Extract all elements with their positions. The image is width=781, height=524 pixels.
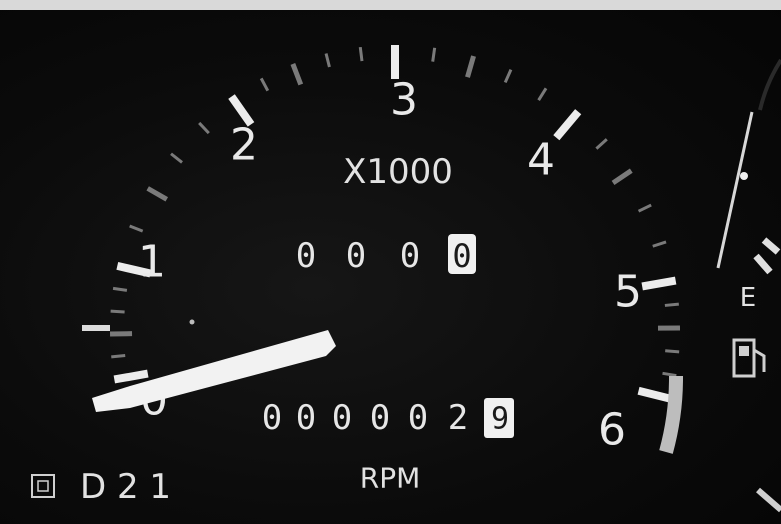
trip-digit: 0: [452, 237, 471, 275]
trip-digit: 0: [346, 236, 366, 276]
gear-indicator: D 2 1: [31, 467, 171, 507]
fuel-pump-window: [739, 346, 749, 356]
major-ticks: [82, 45, 677, 403]
fuel-needle: [716, 111, 754, 269]
minor-tick: [465, 55, 476, 78]
minor-tick: [595, 138, 608, 150]
minor-tick: [662, 371, 677, 378]
minor-tick: [358, 46, 364, 62]
odometer-digit: 0: [370, 398, 390, 438]
fuel-empty-label: E: [740, 283, 756, 313]
scale-number-5: 5: [614, 267, 642, 318]
instrument-cluster: 0 1 2 3 4 5 6 X1000 0 0 0 0 0 0 0 0 0 2 …: [0, 0, 781, 524]
minor-tick: [110, 309, 125, 314]
scale-number-3: 3: [390, 75, 418, 126]
major-tick: [637, 386, 673, 403]
gear-indicator-text: D 2 1: [80, 467, 171, 507]
minor-tick: [664, 302, 679, 307]
fuel-needle-pivot: [740, 172, 748, 180]
scale-number-4: 4: [527, 135, 555, 186]
fuel-gauge-arc: [758, 58, 781, 111]
multiplier-label: X1000: [343, 152, 453, 192]
fuel-tick: [761, 237, 781, 255]
minor-tick: [170, 152, 183, 164]
major-tick: [553, 109, 582, 141]
fuel-pump-icon: [732, 338, 766, 378]
minor-tick: [146, 186, 169, 202]
trip-digit: 0: [400, 236, 420, 276]
minor-tick: [129, 224, 144, 233]
minor-tick: [198, 121, 210, 135]
odometer-digit: 2: [448, 398, 468, 438]
fuel-pump-body: [732, 338, 756, 378]
trip-digit: 0: [296, 236, 316, 276]
minor-tick: [111, 354, 126, 359]
odometer-digit: 0: [262, 398, 282, 438]
scale-number-1: 1: [138, 237, 166, 288]
minor-tick: [611, 168, 633, 186]
odometer-digit: 0: [332, 398, 352, 438]
fuel-gauge: E: [716, 58, 781, 513]
tachometer-dial: 0 1 2 3 4 5 6 X1000 0 0 0 0 0 0 0 0 0 2 …: [31, 45, 781, 513]
minor-tick: [112, 286, 128, 292]
odometer-digit: 0: [296, 398, 316, 438]
dial-dot: [189, 319, 195, 325]
trip-odometer: 0 0 0 0: [296, 234, 476, 276]
rpm-label: RPM: [360, 462, 421, 495]
minor-tick: [503, 69, 513, 84]
minor-tick: [652, 240, 667, 248]
scale-number-2: 2: [230, 120, 258, 171]
major-tick: [641, 276, 677, 291]
minor-tick: [665, 349, 680, 354]
minor-tick: [537, 87, 548, 101]
redline-band: [659, 375, 684, 454]
minor-tick: [637, 203, 652, 213]
fuel-tick: [753, 253, 773, 275]
minor-tick: [431, 47, 437, 62]
minor-tick: [290, 63, 304, 86]
scale-number-6: 6: [598, 405, 626, 456]
minor-tick: [259, 77, 270, 92]
gear-indicator-icon: [31, 474, 55, 498]
odometer-digit: 0: [408, 398, 428, 438]
lower-tick: [756, 487, 781, 513]
odometer-digit: 9: [491, 402, 509, 437]
gear-indicator-icon-inner: [37, 480, 49, 492]
odometer: 0 0 0 0 0 2 9: [262, 398, 514, 438]
minor-tick: [324, 53, 331, 68]
